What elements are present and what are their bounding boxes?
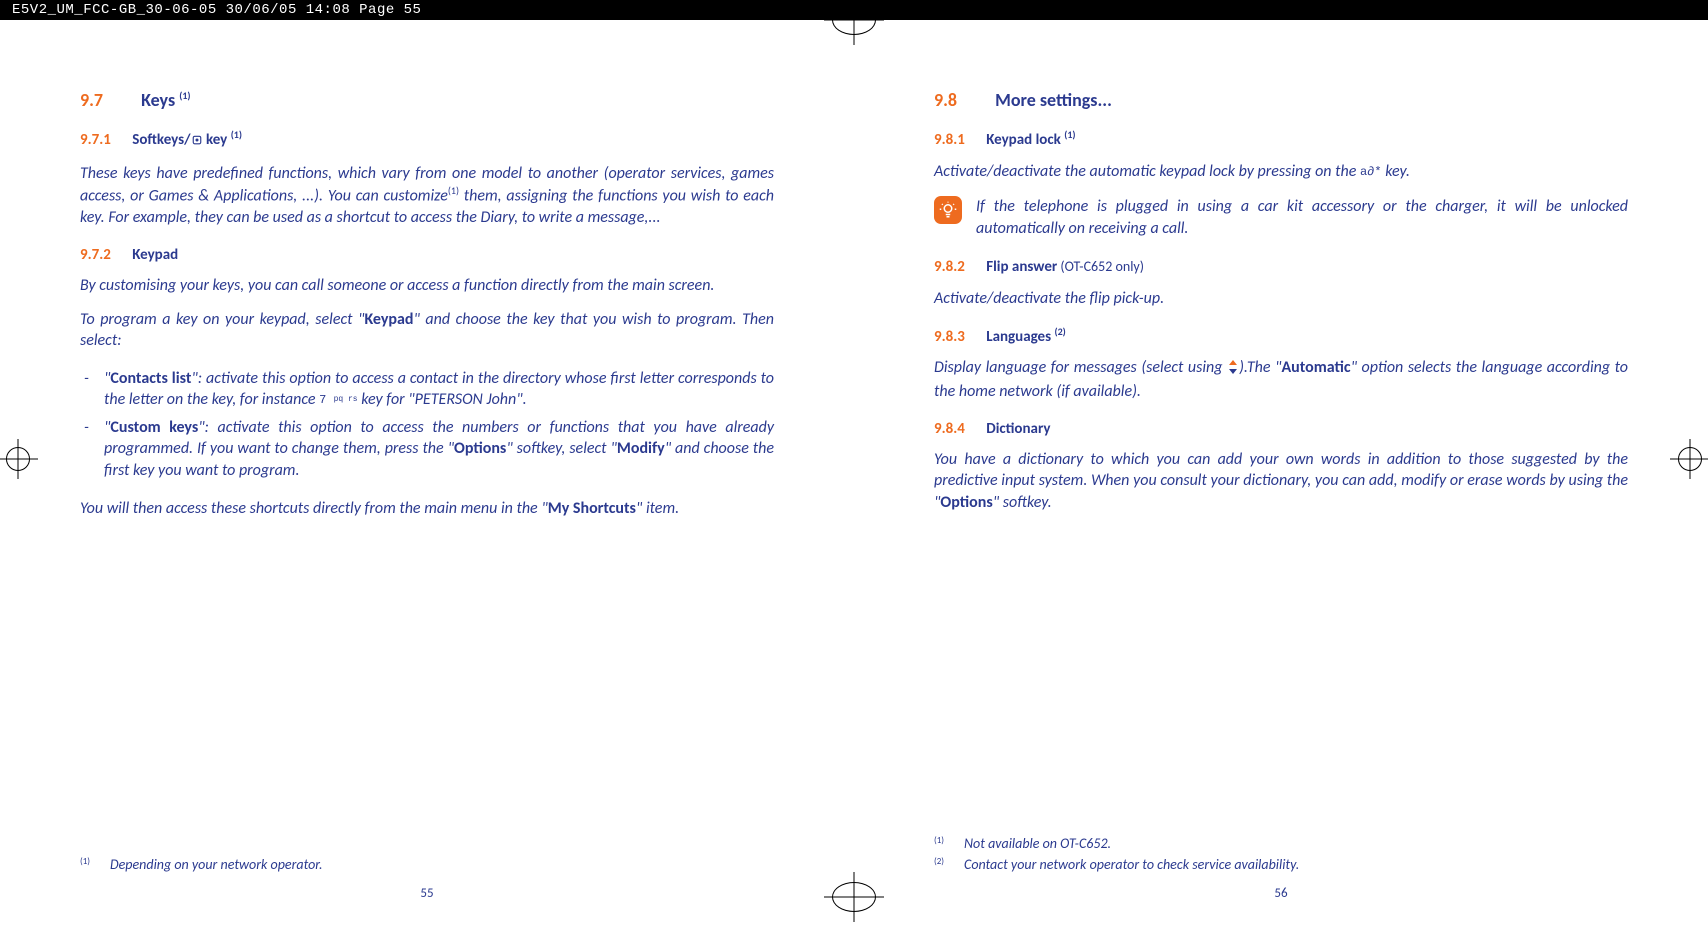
page-right: 9.8 More settings... 9.8.1 Keypad lock (… bbox=[854, 70, 1708, 877]
section-title: Keypad bbox=[132, 246, 178, 264]
section-9-8-heading: 9.8 More settings... bbox=[934, 88, 1628, 112]
footnote-ref: (1) bbox=[1064, 128, 1075, 141]
footnotes: (1) Not available on OT-C652. (2) Contac… bbox=[934, 833, 1628, 877]
text-run: Display language for messages (select us… bbox=[934, 358, 1227, 377]
section-9-8-1-heading: 9.8.1 Keypad lock (1) bbox=[934, 128, 1628, 150]
options-list: "Contacts list": activate this option to… bbox=[80, 362, 774, 488]
note-text: If the telephone is plugged in using a c… bbox=[976, 196, 1628, 239]
up-down-arrow-icon bbox=[1227, 359, 1239, 381]
list-item: "Custom keys": activate this option to a… bbox=[80, 417, 774, 482]
key-7-icon: 7 pq rs bbox=[319, 392, 357, 408]
section-number: 9.7.2 bbox=[80, 246, 111, 264]
paragraph: These keys have predefined functions, wh… bbox=[80, 163, 774, 229]
footnote-text: Not available on OT-C652. bbox=[964, 835, 1111, 854]
page-number: 56 bbox=[1274, 885, 1287, 903]
bold-term: Modify bbox=[617, 439, 665, 458]
footnote-ref: (1) bbox=[448, 184, 459, 197]
footnotes: (1) Depending on your network operator. bbox=[80, 854, 774, 877]
section-title: Keypad lock bbox=[986, 131, 1061, 149]
text-run: key. bbox=[1382, 162, 1410, 181]
section-number: 9.8.4 bbox=[934, 420, 965, 438]
footnote: (2) Contact your network operator to che… bbox=[934, 856, 1628, 875]
section-9-8-4-heading: 9.8.4 Dictionary bbox=[934, 419, 1628, 439]
section-title: More settings... bbox=[995, 89, 1112, 111]
footnote-mark: (2) bbox=[934, 856, 948, 875]
text-run: key for "PETERSON John". bbox=[358, 390, 527, 409]
page-number: 55 bbox=[420, 885, 433, 903]
section-title: Softkeys/ bbox=[132, 131, 190, 149]
footnote-mark: (1) bbox=[934, 835, 948, 854]
footnote-ref: (1) bbox=[231, 128, 242, 141]
text-run: You will then access these shortcuts dir… bbox=[80, 499, 548, 518]
section-title-tail: key bbox=[203, 131, 228, 149]
bold-term: Custom keys bbox=[110, 418, 198, 437]
paragraph: To program a key on your keypad, select … bbox=[80, 309, 774, 352]
bold-term: Contacts list bbox=[110, 369, 191, 388]
footnote-text: Contact your network operator to check s… bbox=[964, 856, 1299, 875]
paragraph: Activate/deactivate the automatic keypad… bbox=[934, 161, 1628, 183]
star-key-icon: a∂* bbox=[1360, 164, 1382, 180]
paragraph: By customising your keys, you can call s… bbox=[80, 275, 774, 297]
section-9-7-2-heading: 9.7.2 Keypad bbox=[80, 245, 774, 265]
section-number: 9.8.1 bbox=[934, 131, 965, 149]
page-left: 9.7 Keys (1) 9.7.1 Softkeys/ key (1) The… bbox=[0, 70, 854, 877]
footnote: (1) Depending on your network operator. bbox=[80, 856, 774, 875]
footnote-ref: (1) bbox=[179, 89, 190, 102]
bold-term: Options bbox=[940, 493, 992, 512]
footnote-mark: (1) bbox=[80, 856, 94, 875]
section-number: 9.7.1 bbox=[80, 131, 111, 149]
section-number: 9.8.2 bbox=[934, 258, 965, 276]
section-title: Languages bbox=[986, 328, 1051, 346]
paragraph: Activate/deactivate the flip pick-up. bbox=[934, 288, 1628, 310]
info-note: If the telephone is plugged in using a c… bbox=[934, 196, 1628, 239]
softkey-icon bbox=[191, 132, 203, 152]
section-9-7-heading: 9.7 Keys (1) bbox=[80, 88, 774, 112]
section-title: Flip answer bbox=[986, 258, 1057, 276]
lightbulb-icon bbox=[934, 196, 962, 224]
paragraph: You will then access these shortcuts dir… bbox=[80, 498, 774, 520]
bold-term: Keypad bbox=[364, 310, 413, 329]
bold-term: My Shortcuts bbox=[548, 499, 636, 518]
list-item: "Contacts list": activate this option to… bbox=[80, 368, 774, 411]
footnote-ref: (2) bbox=[1055, 325, 1066, 338]
model-note: (OT-C652 only) bbox=[1057, 258, 1144, 275]
section-9-8-2-heading: 9.8.2 Flip answer (OT-C652 only) bbox=[934, 257, 1628, 277]
text-run: To program a key on your keypad, select … bbox=[80, 310, 364, 329]
section-number: 9.7 bbox=[80, 89, 103, 111]
section-title: Keys bbox=[141, 89, 175, 111]
text-run: " softkey. bbox=[993, 493, 1052, 512]
section-9-7-1-heading: 9.7.1 Softkeys/ key (1) bbox=[80, 128, 774, 152]
footnote: (1) Not available on OT-C652. bbox=[934, 835, 1628, 854]
paragraph: You have a dictionary to which you can a… bbox=[934, 449, 1628, 514]
footnote-text: Depending on your network operator. bbox=[110, 856, 322, 875]
bold-term: Automatic bbox=[1281, 358, 1350, 377]
text-run: Activate/deactivate the automatic keypad… bbox=[934, 162, 1360, 181]
text-run: " item. bbox=[636, 499, 679, 518]
section-title: Dictionary bbox=[986, 420, 1050, 438]
text-run: " softkey, select " bbox=[506, 439, 617, 458]
crop-mark-top bbox=[824, 0, 884, 50]
section-number: 9.8.3 bbox=[934, 328, 965, 346]
bold-term: Options bbox=[454, 439, 506, 458]
section-9-8-3-heading: 9.8.3 Languages (2) bbox=[934, 325, 1628, 347]
text-run: ).The " bbox=[1239, 358, 1281, 377]
paragraph: Display language for messages (select us… bbox=[934, 357, 1628, 402]
section-number: 9.8 bbox=[934, 89, 957, 111]
